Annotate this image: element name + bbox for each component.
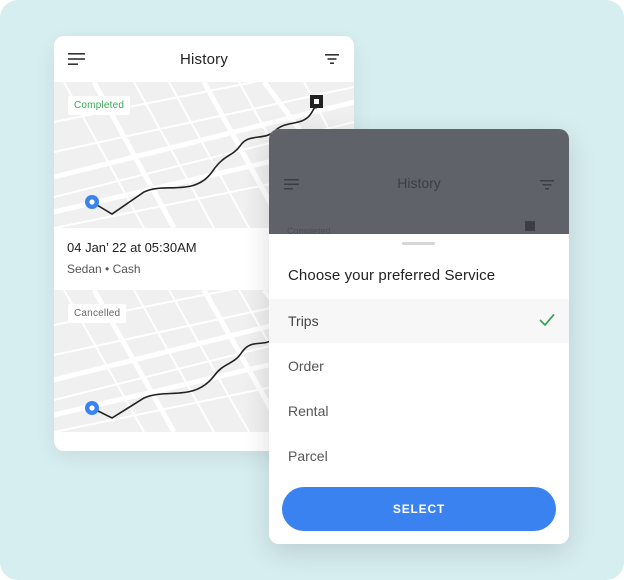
dropoff-square-icon xyxy=(525,221,535,231)
status-text: Cancelled xyxy=(74,308,121,319)
dimmed-status-badge: Completed xyxy=(287,226,331,234)
bottom-sheet: Choose your preferred Service Trips Orde… xyxy=(269,234,569,544)
status-text: Completed xyxy=(74,100,125,111)
service-option-rental[interactable]: Rental xyxy=(269,389,569,433)
dimmed-page-title: History xyxy=(397,175,441,191)
hamburger-menu-icon[interactable] xyxy=(68,51,86,67)
option-label: Trips xyxy=(288,313,319,329)
filter-icon[interactable] xyxy=(324,51,340,67)
history-header: History xyxy=(54,36,354,82)
option-label: Parcel xyxy=(288,448,328,464)
dimmed-background-overlay[interactable]: History Completed xyxy=(269,129,569,234)
trip-meta: Sedan • Cash xyxy=(67,262,141,276)
option-label: Order xyxy=(288,358,324,374)
service-selection-screen: History Completed Choose your preferred … xyxy=(269,129,569,544)
filter-icon xyxy=(540,180,554,190)
pickup-dot-icon xyxy=(85,195,99,209)
trip-date: 04 Jan’ 22 at 05:30AM xyxy=(67,240,197,255)
sheet-drag-handle[interactable] xyxy=(402,242,435,245)
select-button[interactable]: SELECT xyxy=(282,487,556,531)
status-badge-completed: Completed xyxy=(68,96,131,115)
service-option-order[interactable]: Order xyxy=(269,344,569,388)
check-icon xyxy=(539,314,555,326)
service-option-trips[interactable]: Trips xyxy=(269,299,569,343)
page-title: History xyxy=(179,50,229,68)
pickup-dot-icon xyxy=(85,401,99,415)
sheet-title: Choose your preferred Service xyxy=(288,267,496,284)
service-option-parcel[interactable]: Parcel xyxy=(269,434,569,478)
status-badge-cancelled: Cancelled xyxy=(68,304,127,323)
option-label: Rental xyxy=(288,403,329,419)
dropoff-square-icon xyxy=(310,95,323,108)
